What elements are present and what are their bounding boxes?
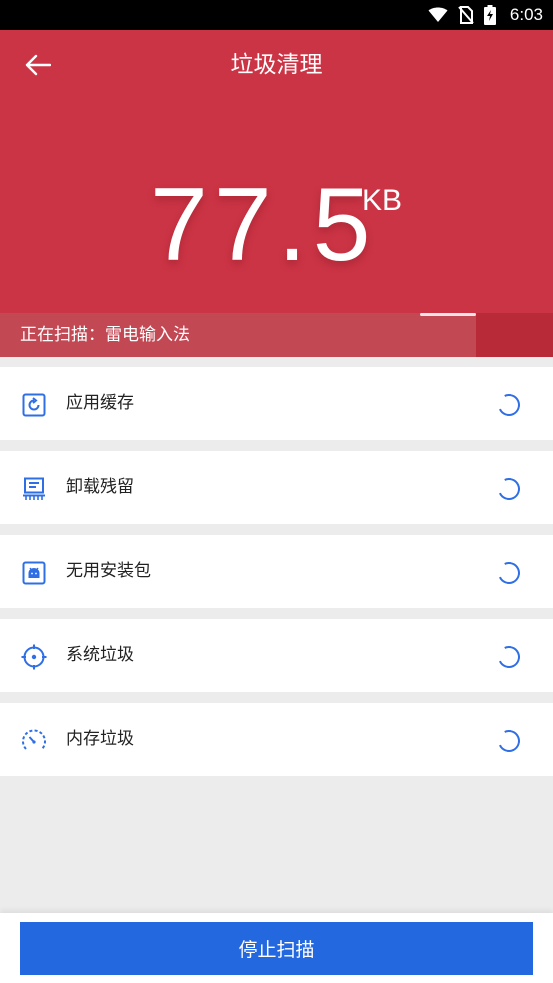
apk-package-icon bbox=[20, 559, 48, 587]
junk-size-value: 77.5 bbox=[150, 167, 377, 283]
loading-spinner-icon bbox=[494, 726, 524, 756]
list-item-app-cache[interactable]: 应用缓存 bbox=[0, 367, 553, 440]
stop-scan-button[interactable]: 停止扫描 bbox=[20, 922, 533, 975]
list-item-memory-junk[interactable]: 内存垃圾 bbox=[0, 703, 553, 776]
uninstall-residue-icon bbox=[20, 475, 48, 503]
no-sim-icon bbox=[458, 6, 474, 24]
battery-charging-icon bbox=[483, 5, 496, 25]
list-item-apk-package[interactable]: 无用安装包 bbox=[0, 535, 553, 608]
loading-spinner-icon bbox=[494, 390, 524, 420]
page-title: 垃圾清理 bbox=[230, 52, 323, 78]
scan-progress-bar: 正在扫描：雷电输入法 bbox=[0, 313, 553, 357]
status-time: 6:03 bbox=[509, 5, 543, 24]
loading-spinner-icon bbox=[494, 642, 524, 672]
memory-gauge-icon bbox=[20, 727, 48, 755]
scan-header: 垃圾清理 77.5 KB 正在扫描：雷电输入法 bbox=[0, 30, 553, 357]
list-item-system-junk[interactable]: 系统垃圾 bbox=[0, 619, 553, 692]
item-label: 应用缓存 bbox=[66, 393, 134, 413]
system-junk-icon bbox=[20, 643, 48, 671]
loading-spinner-icon bbox=[494, 558, 524, 588]
status-bar: 6:03 bbox=[0, 0, 553, 30]
junk-size-display: 77.5 KB bbox=[0, 170, 553, 280]
loading-spinner-icon bbox=[494, 474, 524, 504]
wifi-icon bbox=[428, 7, 448, 23]
item-label: 无用安装包 bbox=[66, 561, 151, 581]
footer-bar: 停止扫描 bbox=[0, 913, 553, 983]
junk-size-unit: KB bbox=[362, 184, 403, 217]
item-label: 系统垃圾 bbox=[66, 645, 134, 665]
list-item-uninstall-residue[interactable]: 卸载残留 bbox=[0, 451, 553, 524]
scan-progress-indicator bbox=[420, 313, 476, 316]
item-label: 卸载残留 bbox=[66, 477, 134, 497]
junk-category-list: 应用缓存 卸载残留 无用安装包 系统垃圾 内存垃圾 bbox=[0, 367, 553, 787]
app-cache-icon bbox=[20, 391, 48, 419]
scan-status-text: 正在扫描：雷电输入法 bbox=[20, 325, 190, 345]
item-label: 内存垃圾 bbox=[66, 729, 134, 749]
